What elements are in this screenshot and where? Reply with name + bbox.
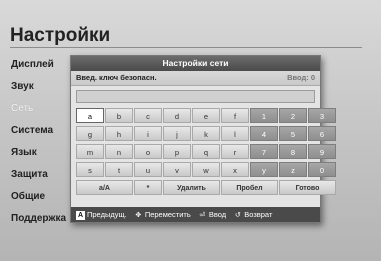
key-w[interactable]: w [192, 162, 220, 177]
symbol-key[interactable]: * [134, 180, 162, 195]
key-d[interactable]: d [163, 108, 191, 123]
key-n[interactable]: n [105, 144, 133, 159]
key-2[interactable]: 2 [279, 108, 307, 123]
footer-move-label: Переместить [144, 210, 191, 219]
title-divider [10, 47, 362, 48]
dialog-footer: A Предыдущ. ✥ Переместить ⏎ Ввод ↺ Возврат [71, 207, 320, 222]
network-settings-dialog: Настройки сети Введ. ключ безопасн. Ввод… [70, 55, 336, 223]
delete-button[interactable]: Удалить [163, 180, 220, 195]
page-title: Настройки [10, 25, 111, 46]
space-button[interactable]: Пробел [221, 180, 278, 195]
footer-enter[interactable]: ⏎ Ввод [198, 207, 226, 222]
enter-icon: ⏎ [199, 211, 206, 219]
key-b[interactable]: b [105, 108, 133, 123]
key-t[interactable]: t [105, 162, 133, 177]
key-z[interactable]: z [279, 162, 307, 177]
key-v[interactable]: v [163, 162, 191, 177]
key-5[interactable]: 5 [279, 126, 307, 141]
key-4[interactable]: 4 [250, 126, 278, 141]
key-6[interactable]: 6 [308, 126, 336, 141]
key-j[interactable]: j [163, 126, 191, 141]
footer-prev-label: Предыдущ. [87, 210, 127, 219]
keyboard-row: mnopqr789 [76, 144, 337, 160]
return-icon: ↺ [234, 211, 241, 219]
key-o[interactable]: o [134, 144, 162, 159]
key-h[interactable]: h [105, 126, 133, 141]
key-a[interactable]: a [76, 108, 104, 123]
key-3[interactable]: 3 [308, 108, 336, 123]
key-c[interactable]: c [134, 108, 162, 123]
keyboard-row: stuvwxyz0 [76, 162, 337, 178]
footer-back-label: Возврат [244, 210, 273, 219]
done-button[interactable]: Готово [279, 180, 336, 195]
footer-move: ✥ Переместить [134, 207, 191, 222]
security-key-row: Введ. ключ безопасн. Ввод: 0 [71, 71, 320, 86]
footer-back[interactable]: ↺ Возврат [233, 207, 273, 222]
key-f[interactable]: f [221, 108, 249, 123]
tv-screen: Настройки Дисплей Звук Сеть Система Язык… [0, 0, 381, 261]
security-key-input[interactable] [76, 90, 315, 103]
key-s[interactable]: s [76, 162, 104, 177]
key-e[interactable]: e [192, 108, 220, 123]
key-y[interactable]: y [250, 162, 278, 177]
key-r[interactable]: r [221, 144, 249, 159]
footer-enter-label: Ввод [208, 210, 227, 219]
key-k[interactable]: k [192, 126, 220, 141]
dialog-title: Настройки сети [71, 56, 320, 71]
footer-prev[interactable]: A Предыдущ. [76, 207, 127, 222]
key-8[interactable]: 8 [279, 144, 307, 159]
move-arrows-icon: ✥ [135, 211, 142, 219]
key-7[interactable]: 7 [250, 144, 278, 159]
key-1[interactable]: 1 [250, 108, 278, 123]
key-m[interactable]: m [76, 144, 104, 159]
key-q[interactable]: q [192, 144, 220, 159]
a-button-icon: A [76, 210, 85, 220]
key-9[interactable]: 9 [308, 144, 336, 159]
key-g[interactable]: g [76, 126, 104, 141]
key-p[interactable]: p [163, 144, 191, 159]
key-x[interactable]: x [221, 162, 249, 177]
security-key-label: Введ. ключ безопасн. [76, 73, 157, 82]
case-toggle-button[interactable]: a/A [76, 180, 133, 195]
key-l[interactable]: l [221, 126, 249, 141]
key-u[interactable]: u [134, 162, 162, 177]
onscreen-keyboard: abcdef123 ghijkl456 mnopqr789 stuvwxyz0 … [76, 108, 337, 198]
key-i[interactable]: i [134, 126, 162, 141]
keyboard-row: ghijkl456 [76, 126, 337, 142]
key-0[interactable]: 0 [308, 162, 336, 177]
keyboard-row: abcdef123 [76, 108, 337, 124]
input-count: Ввод: 0 [287, 73, 315, 82]
keyboard-action-row: a/A * Удалить Пробел Готово [76, 180, 337, 196]
